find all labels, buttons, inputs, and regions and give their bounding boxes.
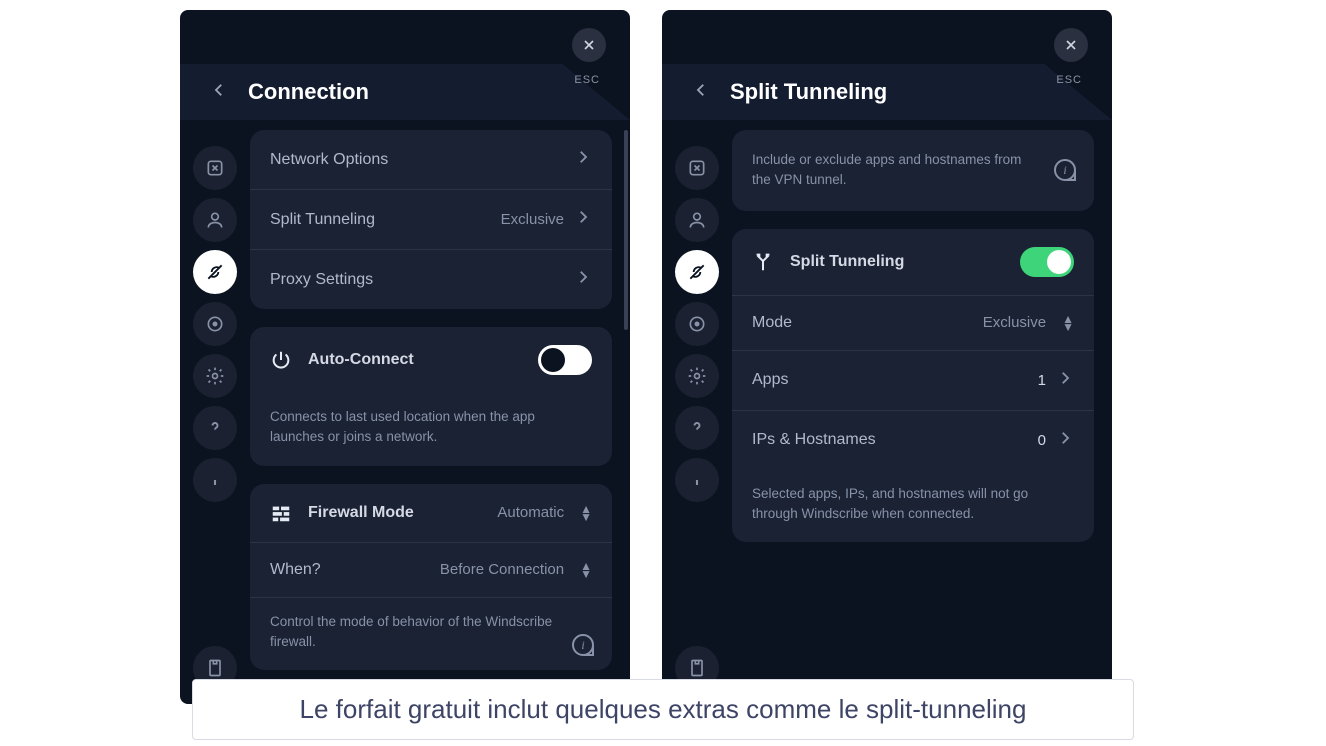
connection-panel: ESC Connection	[180, 10, 630, 704]
apps-row[interactable]: Apps 1	[732, 351, 1094, 411]
panel-header: Split Tunneling	[662, 64, 1112, 120]
sidebar-general-icon[interactable]	[193, 146, 237, 190]
esc-label: ESC	[1056, 74, 1082, 86]
intro-card: Include or exclude apps and hostnames fr…	[732, 130, 1094, 211]
row-label: Split Tunneling	[270, 211, 375, 229]
footnote: Selected apps, IPs, and hostnames will n…	[732, 470, 1094, 543]
auto-connect-desc: Connects to last used location when the …	[250, 393, 612, 466]
proxy-settings-row[interactable]: Proxy Settings	[250, 250, 612, 309]
intro-text: Include or exclude apps and hostnames fr…	[732, 130, 1094, 211]
select-arrows-icon: ▲▼	[580, 562, 592, 578]
row-label: Auto-Connect	[308, 351, 414, 369]
split-tunneling-toggle-row: Split Tunneling	[732, 229, 1094, 296]
mode-value: Exclusive	[983, 314, 1046, 331]
info-icon[interactable]: i	[572, 634, 594, 656]
sidebar-robert-icon[interactable]	[675, 302, 719, 346]
content-area: Network Options Split Tunneling Exclusiv…	[250, 130, 630, 704]
row-label: Mode	[752, 314, 792, 332]
apps-count: 1	[1038, 372, 1046, 389]
row-label: When?	[270, 561, 321, 579]
sidebar-connection-icon[interactable]	[193, 250, 237, 294]
sidebar-general-icon[interactable]	[675, 146, 719, 190]
sidebar-about-icon[interactable]	[675, 458, 719, 502]
sidebar-help-icon[interactable]	[675, 406, 719, 450]
page-title: Split Tunneling	[730, 79, 887, 105]
esc-label: ESC	[574, 74, 600, 86]
info-icon[interactable]: i	[1054, 159, 1076, 181]
sidebar-settings-icon[interactable]	[193, 354, 237, 398]
ips-count: 0	[1038, 432, 1046, 449]
row-label: IPs & Hostnames	[752, 431, 876, 449]
firewall-card: Firewall Mode Automatic ▲▼ When? Before …	[250, 484, 612, 671]
caption: Le forfait gratuit inclut quelques extra…	[192, 679, 1134, 740]
content-area: Include or exclude apps and hostnames fr…	[732, 130, 1112, 704]
sidebar-robert-icon[interactable]	[193, 302, 237, 346]
chevron-right-icon	[574, 208, 592, 231]
back-button[interactable]	[210, 79, 228, 105]
firewall-when-value: Before Connection	[440, 561, 564, 578]
sidebar-account-icon[interactable]	[675, 198, 719, 242]
chevron-right-icon	[574, 148, 592, 171]
split-tunneling-panel: ESC Split Tunneling	[662, 10, 1112, 704]
panel-header: Connection	[180, 64, 630, 120]
row-value: Exclusive	[501, 211, 564, 228]
row-label: Proxy Settings	[270, 271, 373, 289]
chevron-right-icon	[1056, 369, 1074, 392]
back-button[interactable]	[692, 79, 710, 105]
firewall-icon	[270, 502, 292, 524]
row-label: Apps	[752, 371, 788, 389]
select-arrows-icon: ▲▼	[1062, 315, 1074, 331]
desc-text: Control the mode of behavior of the Wind…	[270, 614, 552, 649]
sidebar-account-icon[interactable]	[193, 198, 237, 242]
auto-connect-card: Auto-Connect Connects to last used locat…	[250, 327, 612, 466]
page-title: Connection	[248, 79, 369, 105]
network-options-row[interactable]: Network Options	[250, 130, 612, 190]
split-icon	[752, 251, 774, 273]
power-icon	[270, 349, 292, 371]
ips-row[interactable]: IPs & Hostnames 0	[732, 411, 1094, 470]
firewall-desc: Control the mode of behavior of the Wind…	[250, 598, 612, 671]
row-label: Firewall Mode	[308, 504, 414, 522]
split-tunneling-toggle[interactable]	[1020, 247, 1074, 277]
close-button[interactable]	[572, 28, 606, 62]
sidebar-help-icon[interactable]	[193, 406, 237, 450]
firewall-mode-value: Automatic	[497, 504, 564, 521]
split-tunneling-row[interactable]: Split Tunneling Exclusive	[250, 190, 612, 250]
firewall-when-row[interactable]: When? Before Connection ▲▼	[250, 543, 612, 598]
split-tunneling-card: Split Tunneling Mode Exclusive ▲▼ Apps 1	[732, 229, 1094, 543]
row-label: Split Tunneling	[790, 253, 904, 271]
row-label: Network Options	[270, 151, 388, 169]
settings-sidebar	[180, 130, 250, 704]
chevron-right-icon	[1056, 429, 1074, 452]
auto-connect-toggle[interactable]	[538, 345, 592, 375]
auto-connect-row: Auto-Connect	[250, 327, 612, 393]
chevron-right-icon	[574, 268, 592, 291]
settings-sidebar	[662, 130, 732, 704]
close-button[interactable]	[1054, 28, 1088, 62]
mode-row[interactable]: Mode Exclusive ▲▼	[732, 296, 1094, 351]
firewall-mode-row[interactable]: Firewall Mode Automatic ▲▼	[250, 484, 612, 543]
select-arrows-icon: ▲▼	[580, 505, 592, 521]
sidebar-connection-icon[interactable]	[675, 250, 719, 294]
sidebar-about-icon[interactable]	[193, 458, 237, 502]
connection-nav-card: Network Options Split Tunneling Exclusiv…	[250, 130, 612, 309]
sidebar-settings-icon[interactable]	[675, 354, 719, 398]
